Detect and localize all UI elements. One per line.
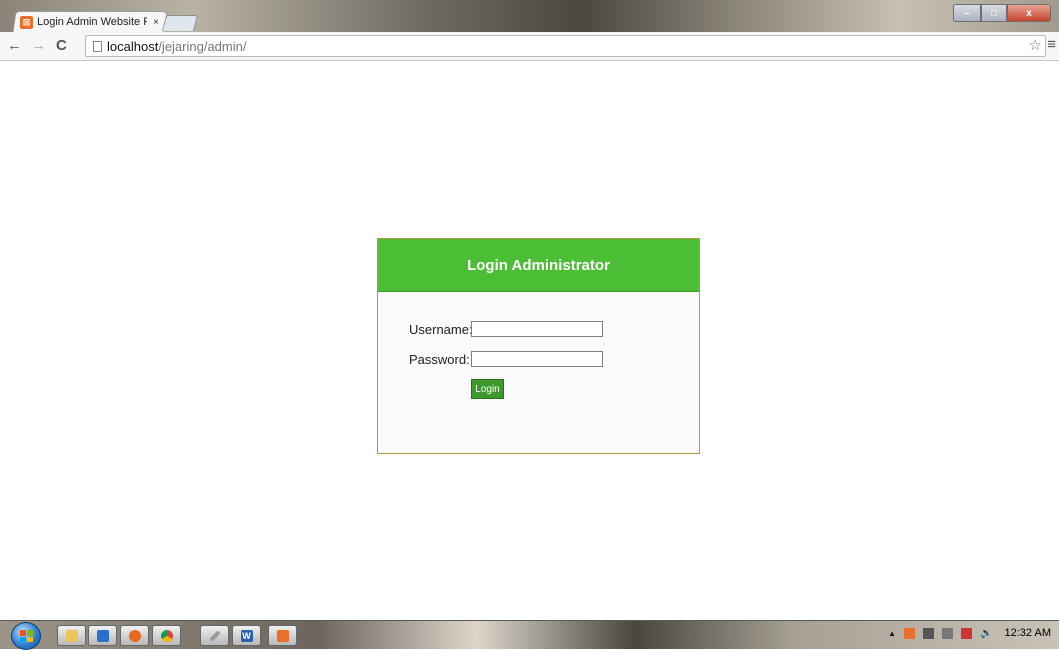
- network-icon[interactable]: [961, 627, 973, 639]
- browser-titlebar: ⊠ Login Admin Website Pert × – □ x: [0, 0, 1059, 32]
- xampp-icon: [276, 629, 289, 642]
- firefox-icon: [128, 629, 141, 642]
- login-panel: Login Administrator Username: Password: …: [377, 238, 700, 454]
- tab-title: Login Admin Website Pert: [37, 16, 147, 28]
- back-arrow-icon[interactable]: ←: [7, 37, 22, 54]
- maximize-button[interactable]: □: [981, 4, 1007, 22]
- new-tab-button[interactable]: [161, 15, 199, 31]
- minimize-button[interactable]: –: [953, 4, 981, 22]
- xampp-tray-icon[interactable]: [904, 627, 916, 639]
- username-row: Username:: [409, 321, 603, 337]
- tab-close-icon[interactable]: ×: [153, 17, 159, 28]
- taskbar: W ▲ 🔈 12:32 AM: [0, 620, 1059, 650]
- browser-tab-content[interactable]: ⊠ Login Admin Website Pert ×: [20, 12, 160, 32]
- forward-arrow-icon[interactable]: →: [31, 37, 46, 54]
- volume-icon[interactable]: 🔈: [980, 628, 992, 639]
- tool-icon: [208, 629, 221, 642]
- chrome-taskbar-button[interactable]: [152, 625, 181, 646]
- clock[interactable]: 12:32 AM: [1005, 627, 1051, 639]
- action-center-icon[interactable]: [923, 627, 935, 639]
- url-path: /jejaring/admin/: [158, 38, 247, 54]
- media-player-taskbar-button[interactable]: [88, 625, 117, 646]
- window-controls: – □ x: [953, 4, 1051, 22]
- password-row: Password:: [409, 351, 603, 367]
- address-bar[interactable]: localhost/jejaring/admin/: [85, 35, 1046, 57]
- word-taskbar-button[interactable]: W: [232, 625, 261, 646]
- page-icon: [93, 40, 102, 52]
- browser-toolbar: ← → C localhost/jejaring/admin/ ☆ ≡: [0, 32, 1059, 61]
- username-label: Username:: [409, 321, 473, 337]
- login-button[interactable]: Login: [471, 379, 504, 399]
- firefox-taskbar-button[interactable]: [120, 625, 149, 646]
- system-tray: ▲ 🔈 12:32 AM: [888, 627, 1051, 639]
- xampp-taskbar-button[interactable]: [268, 625, 297, 646]
- close-window-button[interactable]: x: [1007, 4, 1051, 22]
- login-title: Login Administrator: [467, 256, 610, 274]
- username-input[interactable]: [471, 321, 603, 337]
- reload-icon[interactable]: C: [56, 37, 67, 54]
- chrome-icon: [160, 629, 173, 642]
- tray-expand-icon[interactable]: ▲: [888, 629, 896, 638]
- menu-icon[interactable]: ≡: [1047, 36, 1056, 53]
- password-input[interactable]: [471, 351, 603, 367]
- explorer-taskbar-button[interactable]: [57, 625, 86, 646]
- password-label: Password:: [409, 351, 470, 367]
- start-button[interactable]: [11, 622, 41, 650]
- media-player-icon: [96, 629, 109, 642]
- word-icon: W: [240, 629, 253, 642]
- device-icon[interactable]: [942, 627, 954, 639]
- url-host: localhost: [107, 38, 159, 54]
- login-header: Login Administrator: [378, 239, 699, 292]
- bookmark-star-icon[interactable]: ☆: [1029, 36, 1042, 54]
- tool-taskbar-button[interactable]: [200, 625, 229, 646]
- xampp-favicon-icon: ⊠: [20, 15, 33, 29]
- explorer-icon: [65, 629, 78, 642]
- windows-logo-icon: [20, 630, 33, 642]
